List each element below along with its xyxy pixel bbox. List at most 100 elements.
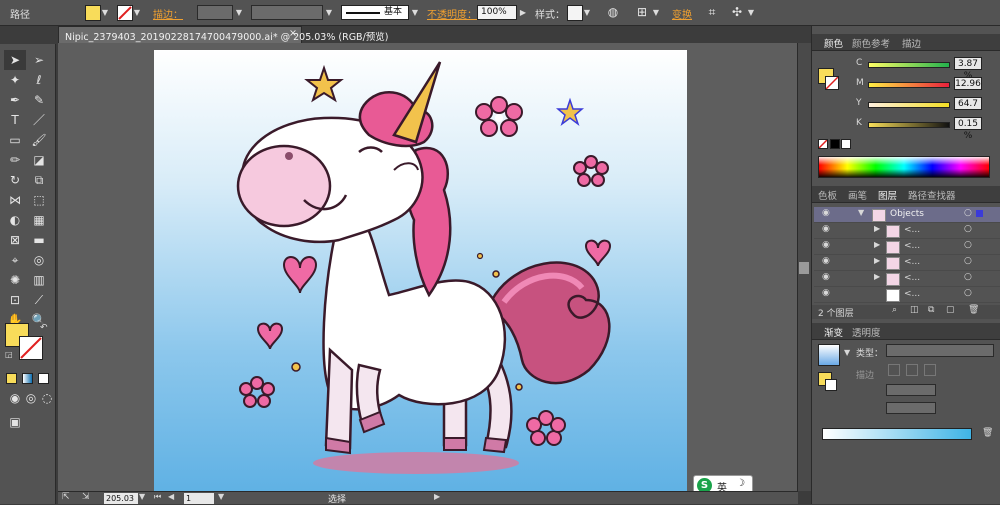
eye-icon[interactable]: ◉	[822, 288, 830, 298]
chevron-down-icon[interactable]: ▼	[844, 348, 850, 357]
eyedropper-tool-icon[interactable]: ⌖	[4, 250, 26, 270]
layer-row[interactable]: ◉ ▶ <... ○	[814, 223, 1000, 239]
stroke-swatch[interactable]	[117, 5, 133, 21]
rectangle-tool-icon[interactable]: ▭	[4, 130, 26, 150]
expand-triangle-icon[interactable]: ▶	[874, 240, 880, 249]
eye-icon[interactable]: ◉	[822, 208, 830, 218]
chevron-down-icon[interactable]: ▼	[100, 5, 110, 20]
arrange-icon[interactable]: ✣	[729, 4, 745, 21]
white-swatch[interactable]	[841, 139, 851, 149]
black-swatch[interactable]	[830, 139, 840, 149]
tab-gradient[interactable]: 渐变	[824, 325, 843, 339]
target-icon[interactable]: ○	[964, 288, 972, 298]
stroke-color-box[interactable]	[19, 336, 43, 360]
selection-indicator[interactable]	[976, 210, 983, 217]
moon-icon[interactable]: ☽	[736, 478, 745, 489]
graphic-style-swatch[interactable]	[567, 5, 583, 21]
layer-name[interactable]: <...	[904, 241, 920, 251]
layer-name[interactable]: <...	[904, 257, 920, 267]
selection-tool-icon[interactable]: ➤	[4, 50, 26, 70]
new-layer-icon[interactable]: ▢	[946, 305, 955, 315]
chevron-down-icon[interactable]: ▼	[218, 492, 224, 501]
artboard-input[interactable]: 1	[184, 493, 214, 504]
slice-tool-icon[interactable]: ⟋	[28, 290, 50, 310]
ime-toolbar[interactable]: S 英 ☽	[693, 475, 753, 491]
artboard[interactable]	[154, 50, 687, 491]
expand-triangle-icon[interactable]: ▶	[874, 224, 880, 233]
screen-mode-icon[interactable]: ▣	[4, 412, 26, 432]
magenta-value[interactable]: 12.96	[954, 77, 982, 90]
perspective-grid-tool-icon[interactable]: ▦	[28, 210, 50, 230]
close-tab-icon[interactable]: ×	[289, 28, 297, 39]
default-colors-icon[interactable]: ◲	[5, 350, 14, 359]
layer-name[interactable]: <...	[904, 289, 920, 299]
chevron-down-icon[interactable]: ▼	[410, 5, 420, 20]
layer-row[interactable]: ◉ <... ○	[814, 287, 1000, 303]
color-spectrum[interactable]	[818, 156, 990, 178]
artboard-tool-icon[interactable]: ⊡	[4, 290, 26, 310]
gradient-type-dropdown[interactable]	[886, 344, 994, 357]
tab-brushes[interactable]: 画笔	[848, 188, 867, 202]
blend-tool-icon[interactable]: ◎	[28, 250, 50, 270]
direct-selection-tool-icon[interactable]: ➢	[28, 50, 50, 70]
gradient-mode-icon[interactable]	[22, 373, 33, 384]
gradient-stroke-swatch[interactable]	[825, 379, 837, 391]
first-artboard-icon[interactable]: ⏮	[154, 492, 161, 502]
locate-object-icon[interactable]: ⌕	[892, 305, 897, 315]
yellow-slider[interactable]	[868, 102, 950, 108]
document-tab[interactable]: Nipic_2379403_20190228174700479000.ai* @…	[58, 26, 388, 43]
gradient-slider[interactable]	[822, 428, 972, 440]
angle-dropdown[interactable]	[886, 384, 936, 396]
color-mode-icon[interactable]	[6, 373, 17, 384]
eraser-tool-icon[interactable]: ◪	[28, 150, 50, 170]
stroke-apply-icon[interactable]	[888, 364, 900, 376]
opacity-input[interactable]: 100%	[477, 5, 517, 20]
swap-colors-icon[interactable]: ↶	[40, 323, 48, 333]
target-icon[interactable]: ○	[964, 208, 972, 218]
black-value[interactable]: 0.15 %	[954, 117, 982, 141]
draw-inside-icon[interactable]: ◌	[36, 388, 58, 408]
layer-row[interactable]: ◉ ▶ <... ○	[814, 239, 1000, 255]
canvas-area[interactable]: S 英 ☽	[58, 43, 808, 491]
layer-row[interactable]: ◉ ▶ <... ○	[814, 271, 1000, 287]
export-icon[interactable]: ⇱	[62, 492, 70, 502]
gradient-preview[interactable]	[818, 344, 840, 366]
gradient-tool-icon[interactable]: ▬	[28, 230, 50, 250]
pen-tool-icon[interactable]: ✒	[4, 90, 26, 110]
eye-icon[interactable]: ◉	[822, 240, 830, 250]
target-icon[interactable]: ○	[964, 224, 972, 234]
open-icon[interactable]: ⇲	[82, 492, 90, 502]
eye-icon[interactable]: ◉	[822, 224, 830, 234]
isolate-icon[interactable]: ⌗	[704, 4, 720, 21]
paintbrush-tool-icon[interactable]: 🖌	[28, 130, 50, 150]
align-icon[interactable]: ⊞	[634, 4, 650, 21]
transform-label[interactable]: 变换	[672, 6, 692, 21]
free-transform-tool-icon[interactable]: ⬚	[28, 190, 50, 210]
target-icon[interactable]: ○	[964, 256, 972, 266]
line-tool-icon[interactable]: ／	[28, 110, 50, 130]
none-mode-icon[interactable]	[38, 373, 49, 384]
target-icon[interactable]: ○	[964, 240, 972, 250]
magenta-slider[interactable]	[868, 82, 950, 88]
tab-stroke[interactable]: 描边	[902, 36, 921, 50]
status-menu-icon[interactable]: ▶	[434, 492, 440, 501]
cyan-value[interactable]: 3.87 %	[954, 57, 982, 81]
target-icon[interactable]: ○	[964, 272, 972, 282]
curvature-tool-icon[interactable]: ✎	[28, 90, 50, 110]
shape-builder-tool-icon[interactable]: ◐	[4, 210, 26, 230]
opacity-label[interactable]: 不透明度：	[427, 6, 477, 21]
tab-swatches[interactable]: 色板	[818, 188, 837, 202]
black-slider[interactable]	[868, 122, 950, 128]
chevron-down-icon[interactable]: ▼	[746, 5, 756, 20]
brush-definition-dropdown[interactable]: 基本	[341, 5, 409, 20]
layer-name[interactable]: <...	[904, 225, 920, 235]
chevron-down-icon[interactable]: ▼	[651, 5, 661, 20]
variable-width-dropdown[interactable]	[251, 5, 323, 20]
eye-icon[interactable]: ◉	[822, 256, 830, 266]
aspect-dropdown[interactable]	[886, 402, 936, 414]
eye-icon[interactable]: ◉	[822, 272, 830, 282]
lasso-tool-icon[interactable]: ℓ	[28, 70, 50, 90]
scale-tool-icon[interactable]: ⧉	[28, 170, 50, 190]
chevron-down-icon[interactable]: ▼	[132, 5, 142, 20]
chevron-down-icon[interactable]: ▼	[582, 5, 592, 20]
